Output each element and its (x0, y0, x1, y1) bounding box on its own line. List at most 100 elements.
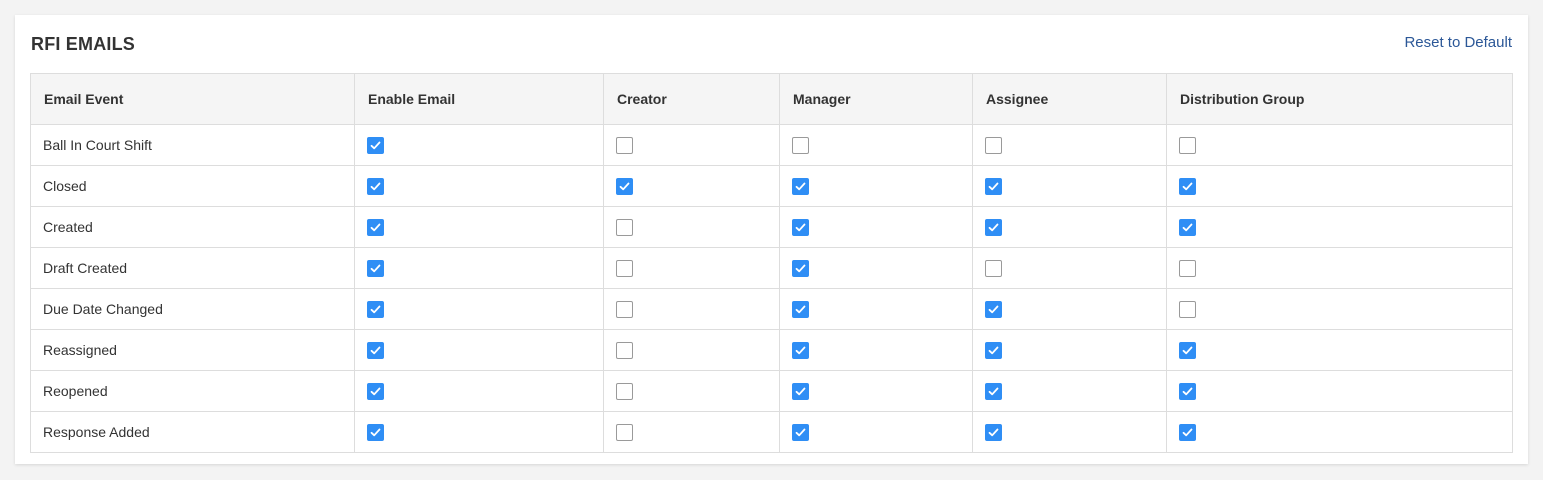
table-cell (779, 411, 973, 453)
checkmark-icon (370, 182, 381, 191)
table-cell (1166, 288, 1513, 330)
assignee-checkbox[interactable] (985, 259, 1002, 277)
table-row: Due Date Changed (30, 288, 1513, 330)
checkmark-icon (370, 305, 381, 314)
enable-email-checkbox[interactable] (367, 177, 384, 195)
creator-checkbox[interactable] (616, 423, 633, 441)
checkmark-icon (988, 428, 999, 437)
checkmark-icon (370, 428, 381, 437)
assignee-checkbox[interactable] (985, 136, 1002, 154)
checkmark-icon (795, 428, 806, 437)
enable-email-checkbox[interactable] (367, 300, 384, 318)
column-header-distribution-group: Distribution Group (1166, 73, 1513, 125)
assignee-checkbox[interactable] (985, 341, 1002, 359)
table-cell (972, 124, 1167, 166)
table-cell (972, 370, 1167, 412)
enable-email-checkbox[interactable] (367, 341, 384, 359)
table-row: Reopened (30, 370, 1513, 412)
reset-to-default-link[interactable]: Reset to Default (1404, 34, 1512, 51)
creator-checkbox[interactable] (616, 177, 633, 195)
manager-checkbox[interactable] (792, 382, 809, 400)
checkmark-icon (795, 346, 806, 355)
table-cell (972, 165, 1167, 207)
enable-email-checkbox[interactable] (367, 136, 384, 154)
checkmark-icon (370, 223, 381, 232)
table-cell (603, 247, 780, 289)
table-cell (354, 247, 604, 289)
checkmark-icon (1182, 182, 1193, 191)
table-cell (779, 329, 973, 371)
table-cell (354, 411, 604, 453)
assignee-checkbox[interactable] (985, 423, 1002, 441)
distribution-group-checkbox[interactable] (1179, 423, 1196, 441)
table-cell (354, 370, 604, 412)
distribution-group-checkbox[interactable] (1179, 300, 1196, 318)
manager-checkbox[interactable] (792, 341, 809, 359)
creator-checkbox[interactable] (616, 300, 633, 318)
checkmark-icon (795, 182, 806, 191)
checkmark-icon (1182, 223, 1193, 232)
table-cell (972, 206, 1167, 248)
manager-checkbox[interactable] (792, 259, 809, 277)
table-cell (354, 165, 604, 207)
table-row: Closed (30, 165, 1513, 207)
table-cell (779, 370, 973, 412)
table-cell (603, 206, 780, 248)
enable-email-checkbox[interactable] (367, 423, 384, 441)
distribution-group-checkbox[interactable] (1179, 177, 1196, 195)
distribution-group-checkbox[interactable] (1179, 382, 1196, 400)
table-cell (603, 370, 780, 412)
email-event-label: Closed (30, 165, 355, 207)
checkmark-icon (988, 182, 999, 191)
checkmark-icon (795, 223, 806, 232)
table-cell (1166, 165, 1513, 207)
creator-checkbox[interactable] (616, 136, 633, 154)
distribution-group-checkbox[interactable] (1179, 218, 1196, 236)
table-header-row: Email Event Enable Email Creator Manager… (30, 73, 1513, 125)
creator-checkbox[interactable] (616, 341, 633, 359)
creator-checkbox[interactable] (616, 259, 633, 277)
column-header-assignee: Assignee (972, 73, 1167, 125)
enable-email-checkbox[interactable] (367, 259, 384, 277)
checkmark-icon (988, 223, 999, 232)
table-cell (354, 288, 604, 330)
column-header-enable-email: Enable Email (354, 73, 604, 125)
checkmark-icon (1182, 346, 1193, 355)
table-cell (779, 206, 973, 248)
manager-checkbox[interactable] (792, 218, 809, 236)
checkmark-icon (370, 141, 381, 150)
creator-checkbox[interactable] (616, 382, 633, 400)
table-cell (972, 411, 1167, 453)
table-row: Response Added (30, 411, 1513, 453)
enable-email-checkbox[interactable] (367, 382, 384, 400)
table-cell (603, 411, 780, 453)
distribution-group-checkbox[interactable] (1179, 341, 1196, 359)
manager-checkbox[interactable] (792, 423, 809, 441)
checkmark-icon (619, 182, 630, 191)
distribution-group-checkbox[interactable] (1179, 136, 1196, 154)
manager-checkbox[interactable] (792, 136, 809, 154)
creator-checkbox[interactable] (616, 218, 633, 236)
table-cell (972, 288, 1167, 330)
assignee-checkbox[interactable] (985, 218, 1002, 236)
checkmark-icon (1182, 428, 1193, 437)
rfi-emails-panel: RFI EMAILS Reset to Default Email Event … (15, 15, 1528, 464)
assignee-checkbox[interactable] (985, 382, 1002, 400)
table-cell (603, 165, 780, 207)
column-header-email-event: Email Event (30, 73, 355, 125)
assignee-checkbox[interactable] (985, 177, 1002, 195)
assignee-checkbox[interactable] (985, 300, 1002, 318)
manager-checkbox[interactable] (792, 177, 809, 195)
manager-checkbox[interactable] (792, 300, 809, 318)
table-cell (1166, 124, 1513, 166)
enable-email-checkbox[interactable] (367, 218, 384, 236)
checkmark-icon (370, 264, 381, 273)
distribution-group-checkbox[interactable] (1179, 259, 1196, 277)
checkmark-icon (795, 305, 806, 314)
email-event-label: Ball In Court Shift (30, 124, 355, 166)
checkmark-icon (795, 387, 806, 396)
table-body: Ball In Court Shift Closed Created Draft Cr… (30, 124, 1513, 453)
table-row: Created (30, 206, 1513, 248)
table-cell (972, 329, 1167, 371)
column-header-creator: Creator (603, 73, 780, 125)
